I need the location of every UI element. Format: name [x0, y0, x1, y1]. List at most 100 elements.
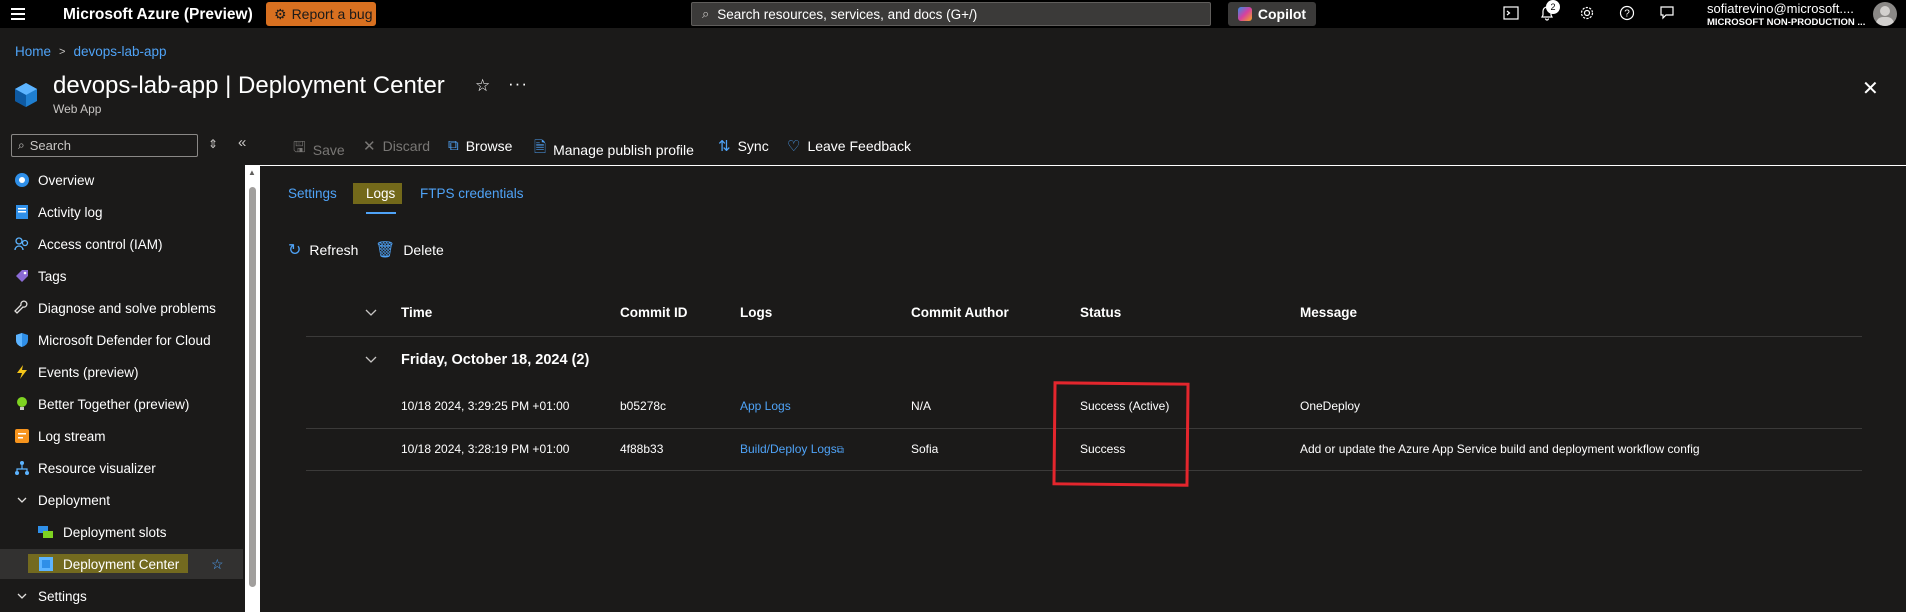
nav-item-diagnose[interactable]: Diagnose and solve problems	[0, 293, 243, 323]
gear-icon[interactable]	[1578, 5, 1596, 23]
nav-group-settings[interactable]: Settings	[0, 581, 243, 611]
nav-item-events[interactable]: Events (preview)	[0, 357, 243, 387]
nav-item-iam[interactable]: Access control (IAM)	[0, 229, 243, 259]
sync-button[interactable]: ⇅ Sync	[718, 137, 769, 155]
tab-active-indicator	[366, 212, 396, 214]
nav-item-better-together[interactable]: Better Together (preview)	[0, 389, 243, 419]
expand-all-chevron-icon[interactable]	[365, 308, 377, 321]
nav-item-defender[interactable]: Microsoft Defender for Cloud	[0, 325, 243, 355]
people-icon	[13, 235, 31, 253]
report-bug-button[interactable]: ⚙ Report a bug	[266, 2, 376, 26]
avatar[interactable]	[1873, 2, 1897, 26]
discard-label: Discard	[382, 138, 431, 154]
collapse-nav-icon[interactable]: «	[238, 134, 246, 151]
user-org[interactable]: MICROSOFT NON-PRODUCTION ...	[1707, 17, 1865, 28]
column-header-message[interactable]: Message	[1300, 305, 1357, 320]
sync-label: Sync	[737, 138, 769, 154]
global-search-input[interactable]: ⌕ Search resources, services, and docs (…	[691, 2, 1211, 26]
shield-icon	[13, 331, 31, 349]
tab-logs[interactable]: Logs	[366, 186, 395, 201]
nav-item-label: Diagnose and solve problems	[38, 300, 216, 316]
nav-search-input[interactable]: ⌕ Search	[11, 134, 198, 157]
sort-icon[interactable]: ⇕	[208, 137, 218, 151]
row1-app-logs-link[interactable]: App Logs	[740, 399, 791, 413]
column-header-commit-id[interactable]: Commit ID	[620, 305, 688, 320]
nav-item-resource-visualizer[interactable]: Resource visualizer	[0, 453, 243, 483]
svg-text:?: ?	[1624, 9, 1630, 20]
manage-publish-profile-button[interactable]: 🗎 Manage publish profile	[534, 137, 694, 162]
tab-settings[interactable]: Settings	[288, 186, 337, 201]
row2-commit-id: 4f88b33	[620, 442, 664, 456]
browse-button[interactable]: ⧉ Browse	[448, 137, 512, 154]
nav-item-log-stream[interactable]: Log stream	[0, 421, 243, 451]
help-icon[interactable]: ?	[1618, 5, 1636, 23]
chevron-right-icon: >	[59, 45, 66, 58]
browse-label: Browse	[465, 137, 513, 154]
slots-icon	[37, 523, 55, 541]
tab-ftps-credentials[interactable]: FTPS credentials	[420, 186, 524, 201]
document-icon: 🗎	[534, 139, 547, 156]
feedback-icon[interactable]	[1658, 5, 1676, 23]
more-options-icon[interactable]: ···	[508, 74, 528, 94]
page-subtitle: Web App	[53, 102, 102, 116]
menu-icon[interactable]	[11, 8, 25, 20]
breadcrumb-resource[interactable]: devops-lab-app	[73, 44, 166, 59]
copilot-icon	[1237, 7, 1252, 21]
column-header-status[interactable]: Status	[1080, 305, 1121, 320]
page-title-page: Deployment Center	[238, 72, 445, 99]
portal-brand[interactable]: Microsoft Azure (Preview)	[63, 6, 253, 24]
nav-item-label: Better Together (preview)	[38, 396, 190, 412]
nav-item-label: Settings	[38, 588, 87, 604]
leave-feedback-button[interactable]: ♡ Leave Feedback	[787, 137, 911, 155]
user-email[interactable]: sofiatrevino@microsoft....	[1707, 1, 1854, 16]
save-label: Save	[312, 141, 345, 158]
column-header-time[interactable]: Time	[401, 305, 432, 320]
nav-item-label: Deployment Center	[63, 556, 180, 572]
nav-item-tags[interactable]: Tags	[0, 261, 243, 291]
scroll-up-icon[interactable]: ▲	[248, 168, 256, 177]
row2-build-deploy-logs-link[interactable]: Build/Deploy Logs⧉	[740, 442, 844, 456]
globe-icon	[13, 171, 31, 189]
nav-item-deployment-center[interactable]: Deployment Center ☆	[0, 549, 243, 579]
cloud-shell-icon[interactable]	[1502, 5, 1520, 23]
discard-button[interactable]: ✕ Discard	[363, 137, 430, 155]
nav-item-label: Deployment	[38, 492, 111, 508]
hierarchy-icon	[13, 459, 31, 477]
nav-group-deployment[interactable]: Deployment	[0, 485, 243, 515]
top-bar: Microsoft Azure (Preview) ⚙ Report a bug…	[0, 0, 1906, 28]
nav-item-activity-log[interactable]: Activity log	[0, 197, 243, 227]
row1-commit-id: b05278c	[620, 399, 667, 413]
command-bar-divider	[260, 165, 1906, 166]
nav-search-placeholder: Search	[29, 138, 71, 153]
wrench-icon	[13, 299, 31, 317]
copilot-label: Copilot	[1257, 6, 1307, 22]
favorite-star-icon[interactable]: ☆	[211, 556, 224, 573]
refresh-icon: ↻	[288, 242, 302, 259]
delete-button[interactable]: 🗑 Delete	[375, 240, 444, 260]
delete-label: Delete	[403, 242, 444, 258]
refresh-label: Refresh	[309, 242, 359, 258]
nav-item-label: Events (preview)	[38, 364, 139, 380]
nav-item-label: Log stream	[38, 428, 106, 444]
group-collapse-chevron-icon[interactable]	[365, 355, 377, 368]
group-header-date[interactable]: Friday, October 18, 2024 (2)	[401, 352, 589, 368]
row1-time: 10/18 2024, 3:29:25 PM +01:00	[401, 399, 570, 413]
nav-scroll-thumb[interactable]	[249, 187, 256, 587]
page-title: devops-lab-app | Deployment Center	[53, 72, 445, 100]
favorite-star-icon[interactable]: ☆	[475, 76, 490, 96]
column-header-commit-author[interactable]: Commit Author	[911, 305, 1009, 320]
save-button[interactable]: 🖫 Save	[293, 137, 345, 162]
manage-publish-profile-label: Manage publish profile	[553, 141, 694, 158]
breadcrumb-home[interactable]: Home	[15, 44, 51, 59]
nav-item-deployment-slots[interactable]: Deployment slots	[0, 517, 243, 547]
row1-author: N/A	[911, 399, 932, 413]
copilot-button[interactable]: Copilot	[1228, 2, 1316, 26]
row2-build-deploy-logs-label: Build/Deploy Logs	[740, 442, 837, 456]
nav-item-overview[interactable]: Overview	[0, 165, 243, 195]
lightning-icon	[13, 363, 31, 381]
close-icon[interactable]: ✕	[1862, 76, 1879, 101]
heart-icon: ♡	[787, 138, 801, 155]
trash-icon: 🗑	[375, 242, 396, 259]
refresh-button[interactable]: ↻ Refresh	[288, 240, 358, 260]
column-header-logs[interactable]: Logs	[740, 305, 772, 320]
